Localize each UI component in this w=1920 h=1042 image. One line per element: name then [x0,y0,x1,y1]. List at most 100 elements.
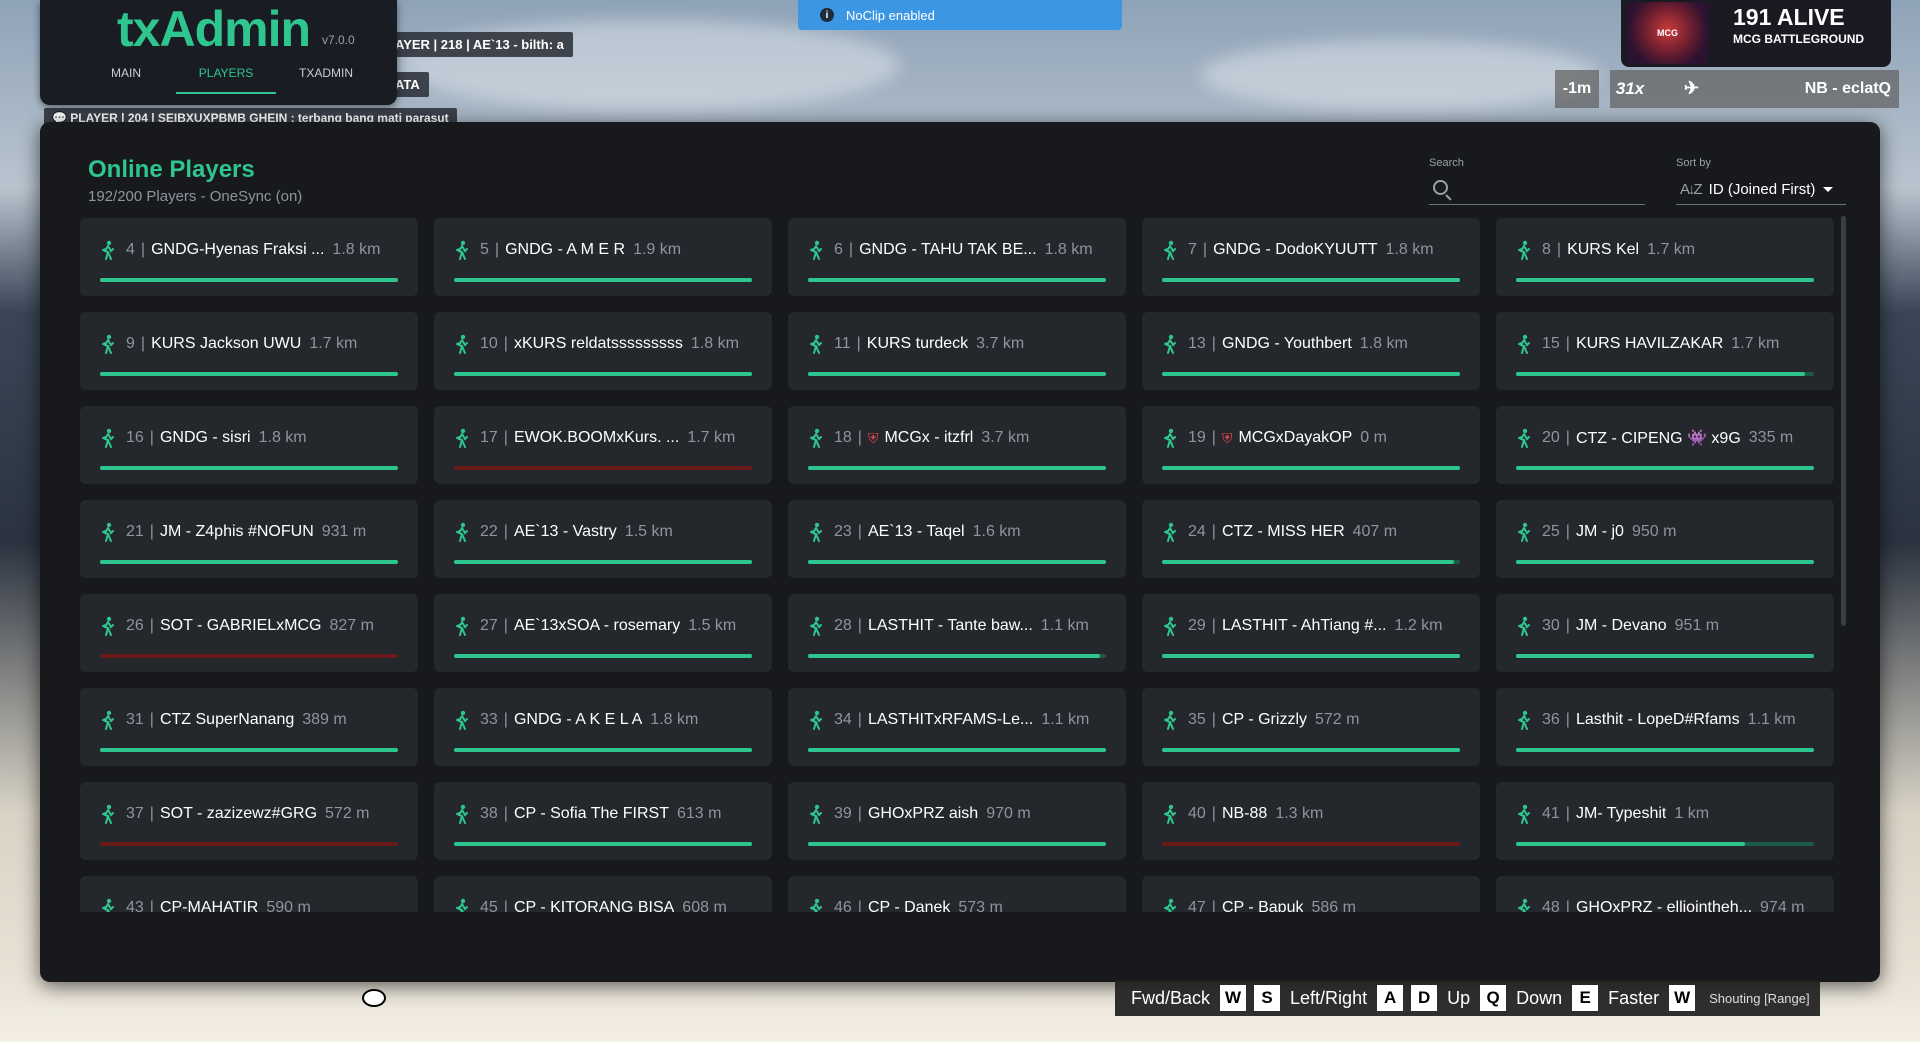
health-bar-fill [454,372,752,376]
player-card[interactable]: 38 | CP - Sofia The FIRST 613 m [434,782,772,860]
tab-players[interactable]: PLAYERS [176,58,276,94]
timer-badge: -1m [1555,70,1599,108]
player-card[interactable]: 6 | GNDG - TAHU TAK BE... 1.8 km [788,218,1126,296]
player-name: CTZ SuperNanang [159,711,295,728]
player-card[interactable]: 36 | Lasthit - LopeD#Rfams 1.1 km [1496,688,1834,766]
player-card[interactable]: 18 | ⛨ MCGx - itzfrl 3.7 km [788,406,1126,484]
player-card[interactable]: 41 | JM- Typeshit 1 km [1496,782,1834,860]
walking-person-icon [1516,616,1532,636]
player-distance: 1.8 km [332,241,381,258]
player-card[interactable]: 48 | GHOxPRZ - elliointheh... 974 m [1496,876,1834,912]
player-card[interactable]: 8 | KURS Kel 1.7 km [1496,218,1834,296]
separator: | [857,805,862,822]
health-bar [808,372,1106,376]
player-distance: 1.5 km [624,523,673,540]
player-name: GNDG - A M E R [505,241,626,258]
health-bar-fill [808,466,1106,470]
player-card[interactable]: 33 | GNDG - A K E L A 1.8 km [434,688,772,766]
player-card[interactable]: 26 | SOT - GABRIELxMCG 827 m [80,594,418,672]
player-card[interactable]: 31 | CTZ SuperNanang 389 m [80,688,418,766]
player-card[interactable]: 20 | CTZ - CIPENG 👾 x9G 335 m [1496,406,1834,484]
sort-select[interactable]: A↓Z ID (Joined First) [1676,174,1846,205]
txadmin-logo: txAdmin [117,1,311,57]
toast-text: NoClip enabled [846,7,935,23]
player-card[interactable]: 10 | xKURS reldatsssssssss 1.8 km [434,312,772,390]
player-distance: 1.8 km [258,429,307,446]
player-card[interactable]: 25 | JM - j0 950 m [1496,500,1834,578]
health-bar-fill [454,278,752,282]
player-name: GNDG - TAHU TAK BE... [859,241,1037,258]
sort-az-icon: A↓Z [1680,180,1703,198]
player-card[interactable]: 47 | CP - Bapuk 586 m [1142,876,1480,912]
player-name: AE`13 - Vastry [513,523,617,540]
player-card[interactable]: 5 | GNDG - A M E R 1.9 km [434,218,772,296]
keybind-key: A [1377,985,1404,1011]
player-card-row: 6 | GNDG - TAHU TAK BE... 1.8 km [808,240,1108,260]
player-name: CP - Bapuk [1221,899,1304,912]
health-bar-fill [100,560,398,564]
player-name: GNDG-Hyenas Fraksi ... [151,241,325,258]
player-card[interactable]: 13 | GNDG - Youthbert 1.8 km [1142,312,1480,390]
player-card[interactable]: 21 | JM - Z4phis #NOFUN 931 m [80,500,418,578]
separator: | [1211,429,1216,446]
health-bar-fill [1516,842,1746,846]
player-card[interactable]: 16 | GNDG - sisri 1.8 km [80,406,418,484]
player-id: 30 [1542,617,1560,634]
player-name: LASTHIT - AhTiang #... [1221,617,1387,634]
player-distance: 1.1 km [1040,617,1089,634]
player-card-row: 34 | LASTHITxRFAMS-Le... 1.1 km [808,710,1108,730]
multiplier-badge: 31x [1610,70,1650,108]
player-card[interactable]: 46 | CP - Danek 573 m [788,876,1126,912]
keybind-key: Q [1480,985,1507,1011]
player-count: 192/200 Players - OneSync (on) [88,188,303,205]
player-card[interactable]: 30 | JM - Devano 951 m [1496,594,1834,672]
player-card-row: 7 | GNDG - DodoKYUUTT 1.8 km [1162,240,1462,260]
sort-value: ID (Joined First) [1708,180,1816,198]
player-card[interactable]: 4 | GNDG-Hyenas Fraksi ... 1.8 km [80,218,418,296]
separator: | [149,899,154,912]
player-card[interactable]: 27 | AE`13xSOA - rosemary 1.5 km [434,594,772,672]
player-card-row: 8 | KURS Kel 1.7 km [1516,240,1816,260]
player-card[interactable]: 28 | LASTHIT - Tante baw... 1.1 km [788,594,1126,672]
player-card[interactable]: 24 | CTZ - MISS HER 407 m [1142,500,1480,578]
player-card[interactable]: 22 | AE`13 - Vastry 1.5 km [434,500,772,578]
player-name: AE`13 - Taqel [867,523,965,540]
search-input[interactable] [1457,174,1646,204]
walking-person-icon [808,334,824,354]
player-card[interactable]: 17 | EWOK.BOOMxKurs. ... 1.7 km [434,406,772,484]
player-card[interactable]: 9 | KURS Jackson UWU 1.7 km [80,312,418,390]
player-card[interactable]: 23 | AE`13 - Taqel 1.6 km [788,500,1126,578]
player-card[interactable]: 7 | GNDG - DodoKYUUTT 1.8 km [1142,218,1480,296]
player-card[interactable]: 34 | LASTHITxRFAMS-Le... 1.1 km [788,688,1126,766]
crew-name: NB - eclatQ [1804,80,1891,97]
player-card[interactable]: 35 | CP - Grizzly 572 m [1142,688,1480,766]
walking-person-icon [1162,804,1178,824]
player-card[interactable]: 15 | KURS HAVILZAKAR 1.7 km [1496,312,1834,390]
player-card[interactable]: 40 | NB-88 1.3 km [1142,782,1480,860]
tab-main[interactable]: MAIN [76,58,176,94]
player-card-row: 39 | GHOxPRZ aish 970 m [808,804,1108,824]
player-distance: 590 m [266,899,311,912]
player-card[interactable]: 19 | ⛨ MCGxDayakOP 0 m [1142,406,1480,484]
player-card[interactable]: 45 | CP - KITORANG BISA 608 m [434,876,772,912]
player-id: 36 [1542,711,1560,728]
keybind-key: E [1572,985,1599,1011]
scrollbar[interactable] [1841,216,1846,626]
separator: | [494,241,500,258]
player-card[interactable]: 37 | SOT - zazizewz#GRG 572 m [80,782,418,860]
tab-txadmin[interactable]: TXADMIN [276,58,376,94]
player-id: 40 [1188,805,1206,822]
player-distance: 1.2 km [1394,617,1443,634]
search-field [1429,174,1646,205]
player-distance: 613 m [676,805,722,822]
server-name: MCG BATTLEGROUND [1733,32,1865,46]
player-card[interactable]: 43 | CP-MAHATIR 590 m [80,876,418,912]
separator: | [503,429,508,446]
separator: | [1211,899,1216,912]
player-card[interactable]: 11 | KURS turdeck 3.7 km [788,312,1126,390]
separator: | [1565,899,1570,912]
crew-badge: ✈ NB - eclatQ [1650,70,1899,108]
player-card[interactable]: 39 | GHOxPRZ aish 970 m [788,782,1126,860]
health-bar [100,842,398,846]
player-card[interactable]: 29 | LASTHIT - AhTiang #... 1.2 km [1142,594,1480,672]
